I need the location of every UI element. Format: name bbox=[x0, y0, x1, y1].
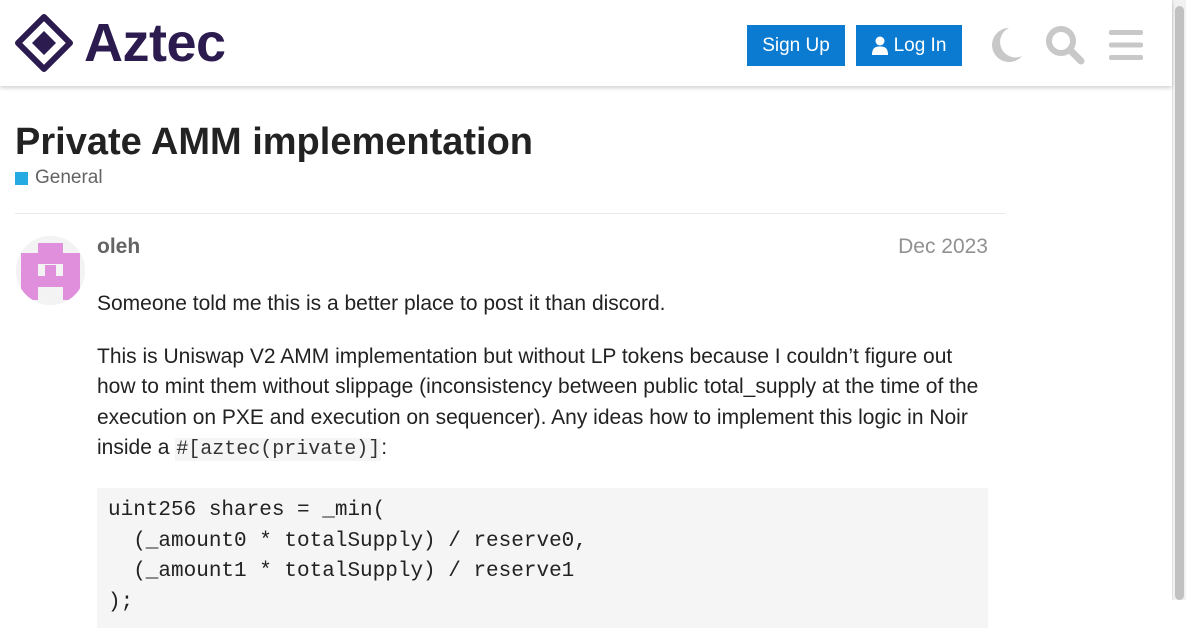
hamburger-menu-button[interactable] bbox=[1101, 20, 1151, 70]
inline-code: #[aztec(private)] bbox=[175, 438, 382, 461]
avatar[interactable] bbox=[16, 236, 85, 305]
log-in-label: Log In bbox=[893, 34, 947, 56]
page-scrollbar[interactable] bbox=[1172, 0, 1186, 600]
hamburger-menu-icon bbox=[1109, 30, 1143, 60]
post-date[interactable]: Dec 2023 bbox=[870, 235, 988, 259]
code-line: ); bbox=[108, 590, 134, 614]
topic-title[interactable]: Private AMM implementation bbox=[15, 120, 533, 164]
code-line: (_amount0 * totalSupply) / reserve0, bbox=[108, 529, 587, 553]
search-icon bbox=[1046, 26, 1085, 65]
code-block: uint256 shares = _min( (_amount0 * total… bbox=[97, 488, 988, 628]
category-label: General bbox=[35, 167, 103, 188]
code-line: (_amount1 * totalSupply) / reserve1 bbox=[108, 560, 575, 583]
topic-divider bbox=[15, 213, 1005, 214]
user-icon bbox=[871, 36, 888, 55]
dark-mode-toggle[interactable] bbox=[980, 20, 1030, 70]
identicon-avatar-icon bbox=[16, 236, 85, 305]
post-author[interactable]: oleh bbox=[97, 235, 140, 259]
category-color-badge bbox=[15, 171, 28, 185]
topic-category[interactable]: General bbox=[15, 167, 103, 189]
code-line: uint256 shares = _min( bbox=[108, 499, 386, 522]
site-header: Aztec Sign Up Log In bbox=[0, 0, 1172, 86]
sign-up-button[interactable]: Sign Up bbox=[747, 25, 845, 66]
aztec-diamond-icon bbox=[15, 14, 73, 72]
log-in-button[interactable]: Log In bbox=[856, 25, 962, 66]
post-paragraph: This is Uniswap V2 AMM implementation bu… bbox=[97, 342, 992, 466]
logo-text: Aztec bbox=[84, 13, 226, 73]
search-button[interactable] bbox=[1040, 20, 1090, 70]
paragraph-punctuation: : bbox=[381, 436, 388, 459]
post-paragraph: Someone told me this is a better place t… bbox=[97, 292, 666, 315]
site-logo[interactable]: Aztec bbox=[15, 14, 226, 72]
sign-up-label: Sign Up bbox=[762, 34, 830, 56]
scrollbar-thumb[interactable] bbox=[1175, 6, 1184, 600]
post-body: Someone told me this is a better place t… bbox=[97, 289, 992, 488]
moon-icon bbox=[992, 28, 1022, 62]
